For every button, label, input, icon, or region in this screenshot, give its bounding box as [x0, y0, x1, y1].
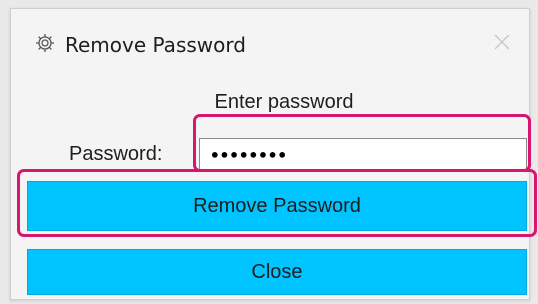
title-bar: Remove Password	[11, 9, 529, 69]
input-focus-underline	[199, 170, 527, 172]
dialog-title: Remove Password	[65, 33, 246, 57]
password-input[interactable]	[199, 138, 527, 172]
remove-password-button[interactable]: Remove Password	[27, 181, 527, 231]
enter-password-prompt: Enter password	[214, 91, 354, 113]
close-icon[interactable]	[491, 31, 513, 53]
close-button[interactable]: Close	[27, 249, 527, 295]
gear-icon	[35, 33, 55, 53]
password-label: Password:	[69, 143, 163, 165]
remove-password-dialog: Remove Password Enter password Password:…	[10, 8, 537, 300]
